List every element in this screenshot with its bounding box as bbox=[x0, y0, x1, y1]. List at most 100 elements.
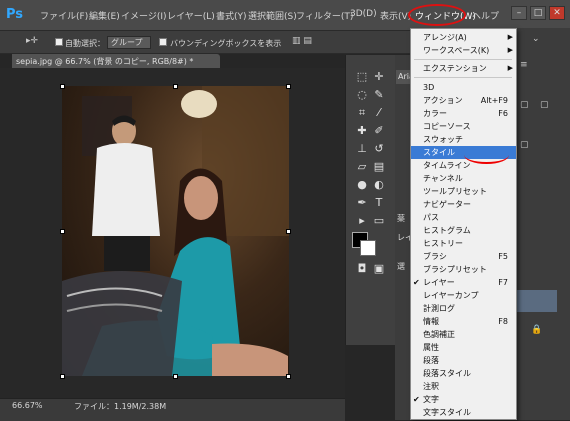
panel-label: 薬 bbox=[397, 214, 405, 223]
red-circle-annotation bbox=[408, 4, 466, 26]
background-color-swatch[interactable] bbox=[360, 240, 376, 256]
history-brush-icon[interactable]: ↺ bbox=[372, 142, 386, 156]
menu-item-tool-presets[interactable]: ツールプリセット bbox=[411, 185, 516, 198]
crop-tool-icon[interactable]: ⌗ bbox=[355, 106, 369, 120]
transform-handle[interactable] bbox=[286, 374, 291, 379]
transform-handle[interactable] bbox=[60, 229, 65, 234]
dodge-tool-icon[interactable]: ◐ bbox=[372, 178, 386, 192]
auto-select-target-select[interactable]: グループ bbox=[107, 36, 151, 49]
menu-item-layers[interactable]: ✔ レイヤー F7 bbox=[411, 276, 516, 289]
close-button[interactable]: ✕ bbox=[549, 6, 565, 20]
lock-icon: 🔒 bbox=[531, 325, 543, 335]
menu-help[interactable]: ヘルプ bbox=[472, 9, 499, 22]
bounding-box-label: バウンディングボックスを表示 bbox=[170, 39, 282, 48]
zoom-level[interactable]: 66.67% bbox=[12, 401, 43, 410]
brush-tool-icon[interactable]: ✐ bbox=[372, 124, 386, 138]
document-photo[interactable] bbox=[62, 86, 289, 376]
screen-mode-icon[interactable]: ▣ bbox=[372, 262, 386, 276]
menu-item-navigator[interactable]: ナビゲーター bbox=[411, 198, 516, 211]
lasso-tool-icon[interactable]: ◌ bbox=[355, 88, 369, 102]
menu-item-histogram[interactable]: ヒストグラム bbox=[411, 224, 516, 237]
menu-item-timeline[interactable]: タイムライン bbox=[411, 159, 516, 172]
photoshop-logo: Ps bbox=[6, 7, 24, 22]
photo-illustration bbox=[62, 86, 289, 376]
menu-item-info[interactable]: 情報 F8 bbox=[411, 315, 516, 328]
minimize-button[interactable]: – bbox=[511, 6, 527, 20]
menu-item-paragraph[interactable]: 段落 bbox=[411, 354, 516, 367]
menu-image[interactable]: イメージ(I) bbox=[121, 9, 167, 22]
menu-separator bbox=[414, 59, 512, 60]
auto-select-checkbox[interactable] bbox=[55, 38, 63, 46]
shape-tool-icon[interactable]: ▭ bbox=[372, 214, 386, 228]
panel-icon[interactable]: ▢ bbox=[540, 100, 549, 110]
menu-select[interactable]: 選択範囲(S) bbox=[248, 9, 297, 22]
quick-mask-icon[interactable]: ◘ bbox=[355, 262, 369, 276]
menu-item-history[interactable]: ヒストリー bbox=[411, 237, 516, 250]
panel-icon[interactable]: ▢ bbox=[520, 100, 529, 110]
tools-panel bbox=[345, 55, 396, 345]
menu-item-paths[interactable]: パス bbox=[411, 211, 516, 224]
transform-handle[interactable] bbox=[60, 374, 65, 379]
menu-item-measurement-log[interactable]: 計測ログ bbox=[411, 302, 516, 315]
checkmark-icon: ✔ bbox=[413, 278, 420, 287]
menu-item-character[interactable]: ✔ 文字 bbox=[411, 393, 516, 406]
menu-item-color[interactable]: カラー F6 bbox=[411, 107, 516, 120]
menu-item-paragraph-styles[interactable]: 段落スタイル bbox=[411, 367, 516, 380]
transform-handle[interactable] bbox=[173, 374, 178, 379]
pen-tool-icon[interactable]: ✒ bbox=[355, 196, 369, 210]
menu-item-brush-presets[interactable]: ブラシプリセット bbox=[411, 263, 516, 276]
auto-select-label: 自動選択： bbox=[65, 39, 105, 48]
menu-item-arrange[interactable]: アレンジ(A) ▶ bbox=[411, 31, 516, 44]
move-tool-icon[interactable]: ▸✛ bbox=[26, 36, 38, 46]
document-tab-title: sepia.jpg @ 66.7% (背景 のコピー, RGB/8#) * bbox=[16, 57, 194, 66]
quick-select-icon[interactable]: ✎ bbox=[372, 88, 386, 102]
clone-stamp-icon[interactable]: ⊥ bbox=[355, 142, 369, 156]
align-icons[interactable]: ▥ ▤ bbox=[292, 36, 312, 46]
selected-layer[interactable] bbox=[517, 290, 557, 312]
eyedropper-icon[interactable]: ⁄ bbox=[372, 106, 386, 120]
menu-item-notes[interactable]: 注釈 bbox=[411, 380, 516, 393]
menu-file[interactable]: ファイル(F) bbox=[40, 9, 88, 22]
eraser-icon[interactable]: ▱ bbox=[355, 160, 369, 174]
menu-filter[interactable]: フィルター(T) bbox=[296, 9, 353, 22]
healing-brush-icon[interactable]: ✚ bbox=[355, 124, 369, 138]
marquee-tool-icon[interactable]: ⬚ bbox=[355, 70, 369, 84]
menu-item-brush[interactable]: ブラシ F5 bbox=[411, 250, 516, 263]
menu-item-workspace[interactable]: ワークスペース(K) ▶ bbox=[411, 44, 516, 57]
menu-item-3d[interactable]: 3D bbox=[411, 81, 516, 94]
chevron-down-icon[interactable]: ⌄ bbox=[532, 34, 540, 44]
maximize-button[interactable]: □ bbox=[530, 6, 546, 20]
bounding-box-checkbox[interactable] bbox=[159, 38, 167, 46]
filter-select[interactable]: 選 bbox=[397, 261, 405, 272]
menu-type[interactable]: 書式(Y) bbox=[216, 9, 247, 22]
type-tool-icon[interactable]: T bbox=[372, 196, 386, 210]
menu-item-channels[interactable]: チャンネル bbox=[411, 172, 516, 185]
menu-view[interactable]: 表示(V) bbox=[380, 9, 411, 22]
menu-separator bbox=[414, 77, 512, 78]
menu-item-swatches[interactable]: スウォッチ bbox=[411, 133, 516, 146]
transform-handle[interactable] bbox=[60, 84, 65, 89]
panel-icon[interactable]: ▢ bbox=[520, 140, 529, 150]
menu-layer[interactable]: レイヤー(L) bbox=[167, 9, 215, 22]
checkmark-icon: ✔ bbox=[413, 395, 420, 404]
move-tool-icon[interactable]: ✛ bbox=[372, 70, 386, 84]
menu-item-properties[interactable]: 属性 bbox=[411, 341, 516, 354]
right-panel-strip bbox=[517, 28, 570, 420]
blur-tool-icon[interactable]: ● bbox=[355, 178, 369, 192]
menu-item-layer-comps[interactable]: レイヤーカンプ bbox=[411, 289, 516, 302]
transform-handle[interactable] bbox=[286, 84, 291, 89]
path-select-icon[interactable]: ▸ bbox=[355, 214, 369, 228]
menu-item-adjustments[interactable]: 色調補正 bbox=[411, 328, 516, 341]
status-bar bbox=[0, 398, 345, 421]
menu-item-clone-source[interactable]: コピーソース bbox=[411, 120, 516, 133]
file-size-info: ファイル：1.19M/2.38M bbox=[74, 402, 167, 411]
menu-item-character-styles[interactable]: 文字スタイル bbox=[411, 406, 516, 419]
panel-menu-icon[interactable]: ≡ bbox=[520, 60, 528, 70]
menu-edit[interactable]: 編集(E) bbox=[89, 9, 120, 22]
transform-handle[interactable] bbox=[173, 84, 178, 89]
menu-3d[interactable]: 3D(D) bbox=[350, 9, 377, 19]
menu-item-extensions[interactable]: エクステンション ▶ bbox=[411, 62, 516, 75]
transform-handle[interactable] bbox=[286, 229, 291, 234]
menu-item-actions[interactable]: アクション Alt+F9 bbox=[411, 94, 516, 107]
gradient-icon[interactable]: ▤ bbox=[372, 160, 386, 174]
